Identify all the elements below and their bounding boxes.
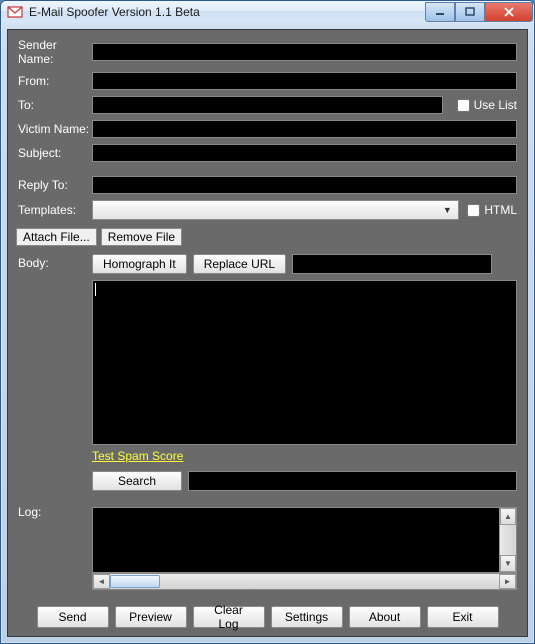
scroll-right-icon[interactable]: ►: [499, 574, 516, 589]
html-checkbox-input[interactable]: [467, 204, 480, 217]
search-field[interactable]: [188, 471, 517, 491]
close-button[interactable]: [485, 2, 533, 22]
scroll-thumb[interactable]: [110, 575, 160, 588]
text-cursor: [95, 283, 96, 296]
app-icon: [7, 4, 23, 20]
remove-file-button[interactable]: Remove File: [101, 228, 182, 246]
replace-url-button[interactable]: Replace URL: [193, 254, 286, 274]
replace-url-field[interactable]: [292, 254, 492, 274]
attach-file-button[interactable]: Attach File...: [16, 228, 97, 246]
minimize-button[interactable]: [425, 2, 455, 22]
victim-name-field[interactable]: [92, 120, 517, 138]
maximize-button[interactable]: [455, 2, 485, 22]
templates-select[interactable]: ▼: [92, 200, 459, 220]
html-label: HTML: [484, 203, 517, 217]
homograph-button[interactable]: Homograph It: [92, 254, 187, 274]
sender-name-field[interactable]: [92, 43, 517, 61]
test-spam-score-link[interactable]: Test Spam Score: [92, 449, 517, 463]
from-label: From:: [18, 74, 92, 88]
bottom-button-bar: Send Preview Clear Log Settings About Ex…: [18, 606, 517, 628]
titlebar[interactable]: E-Mail Spoofer Version 1.1 Beta: [1, 1, 534, 23]
chevron-down-icon: ▼: [438, 202, 456, 218]
reply-to-field[interactable]: [92, 176, 517, 194]
settings-button[interactable]: Settings: [271, 606, 343, 628]
scroll-up-icon[interactable]: ▲: [500, 508, 516, 525]
exit-button[interactable]: Exit: [427, 606, 499, 628]
scroll-track[interactable]: [110, 574, 499, 589]
to-label: To:: [18, 98, 92, 112]
subject-label: Subject:: [18, 146, 92, 160]
use-list-label: Use List: [474, 98, 517, 112]
log-scrollbar-horizontal[interactable]: ◄ ►: [92, 573, 517, 590]
log-label: Log:: [18, 503, 92, 519]
window-controls: [425, 2, 533, 22]
body-textarea[interactable]: [92, 280, 517, 445]
sender-name-label: Sender Name:: [18, 38, 92, 66]
templates-label: Templates:: [18, 203, 92, 217]
window-title: E-Mail Spoofer Version 1.1 Beta: [29, 5, 425, 19]
use-list-checkbox-input[interactable]: [457, 99, 470, 112]
clear-log-button[interactable]: Clear Log: [193, 606, 265, 628]
log-scrollbar-vertical[interactable]: ▲ ▼: [499, 508, 516, 572]
subject-field[interactable]: [92, 144, 517, 162]
scroll-down-icon[interactable]: ▼: [500, 555, 516, 572]
body-label: Body:: [18, 254, 92, 270]
log-textarea[interactable]: ▲ ▼: [92, 507, 517, 573]
app-window: E-Mail Spoofer Version 1.1 Beta Sender N…: [0, 0, 535, 644]
preview-button[interactable]: Preview: [115, 606, 187, 628]
send-button[interactable]: Send: [37, 606, 109, 628]
use-list-checkbox[interactable]: Use List: [457, 98, 517, 112]
html-checkbox[interactable]: HTML: [467, 203, 517, 217]
from-field[interactable]: [92, 72, 517, 90]
reply-to-label: Reply To:: [18, 178, 92, 192]
client-area: Sender Name: From: To: Use List Victim N…: [7, 29, 528, 637]
to-field[interactable]: [92, 96, 443, 114]
search-button[interactable]: Search: [92, 471, 182, 491]
scroll-left-icon[interactable]: ◄: [93, 574, 110, 589]
about-button[interactable]: About: [349, 606, 421, 628]
victim-name-label: Victim Name:: [18, 122, 92, 136]
